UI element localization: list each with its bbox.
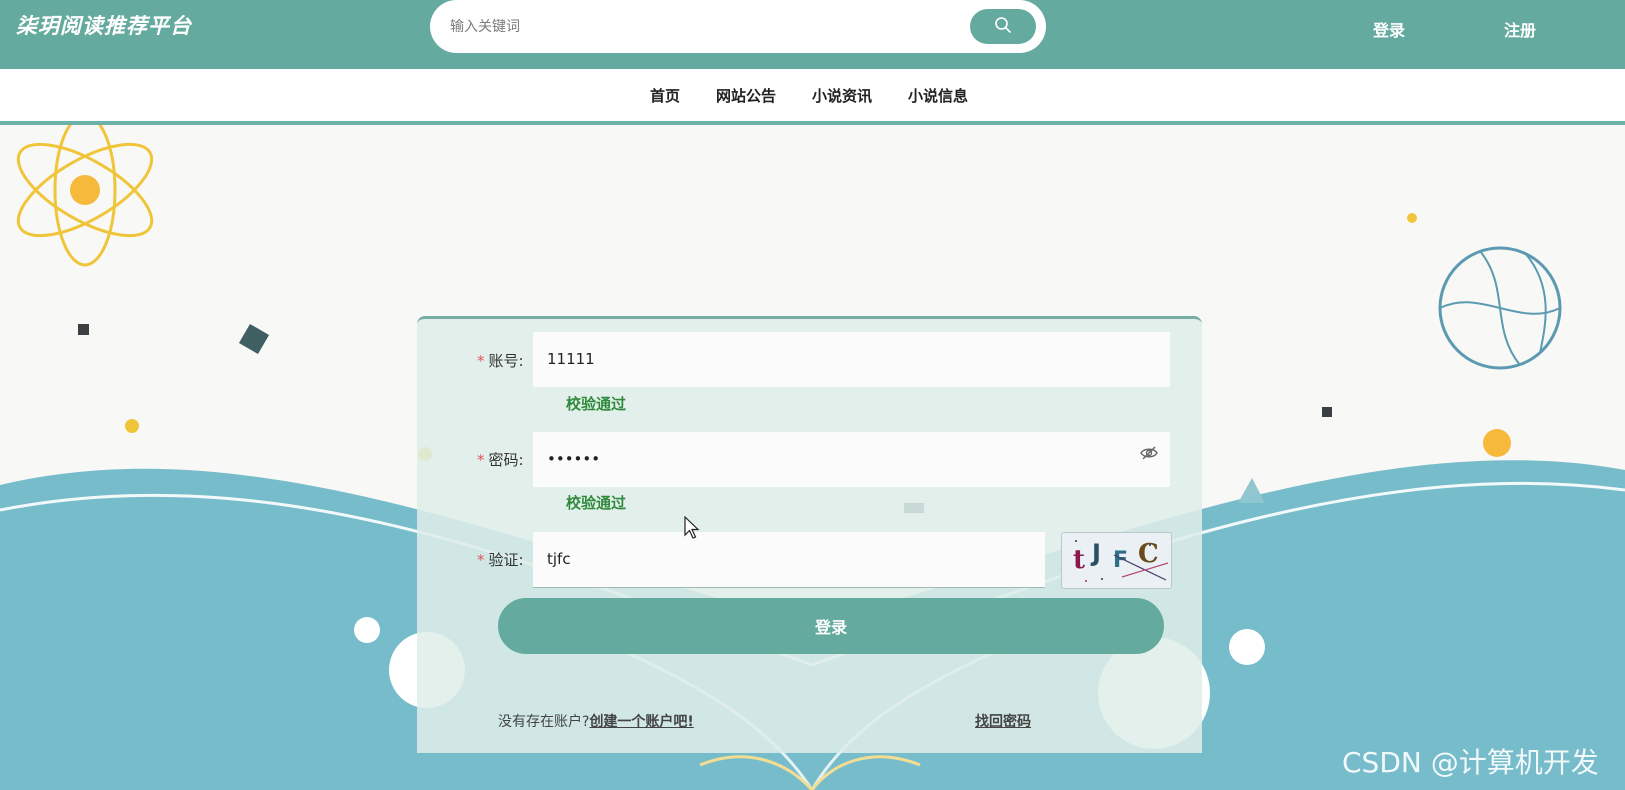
watermark: CSDN @计算机开发 [1342,746,1599,779]
main-nav: 首页 网站公告 小说资讯 小说信息 [0,69,1625,125]
nav-item-home[interactable]: 首页 [650,85,680,106]
top-header: 柒玥阅读推荐平台 登录 注册 [0,0,1625,69]
register-prompt: 没有存在账户?创建一个账户吧! [498,711,694,731]
no-account-text: 没有存在账户? [498,714,590,730]
account-value: 11111 [547,350,595,368]
eye-off-icon[interactable] [1140,445,1158,464]
password-input[interactable]: •••••• [533,432,1170,487]
create-account-link[interactable]: 创建一个账户吧! [589,714,693,730]
account-label: * 账号: [477,352,524,370]
header-register-link[interactable]: 注册 [1504,17,1536,41]
nav-item-news[interactable]: 小说资讯 [812,85,872,106]
captcha-input[interactable]: tjfc [533,532,1045,588]
required-mark: * [477,451,485,469]
account-validation-message: 校验通过 [566,395,627,413]
search-bar [430,0,1046,53]
site-title: 柒玥阅读推荐平台 [16,14,192,38]
password-value: •••••• [547,450,601,468]
ball-icon [1438,246,1562,370]
svg-text:J: J [1090,539,1101,567]
login-form: * 账号: 11111 校验通过 * 密码: •••••• 校验通过 * 验证: tj… [417,316,1202,753]
svg-text:C: C [1138,539,1159,569]
mouse-cursor-icon [684,515,700,544]
required-mark: * [477,551,485,569]
account-input[interactable]: 11111 [533,332,1170,387]
required-mark: * [477,352,485,370]
search-button[interactable] [970,9,1036,44]
captcha-value: tjfc [547,550,571,568]
search-icon [994,16,1012,38]
nav-item-announcements[interactable]: 网站公告 [716,85,776,106]
captcha-label: * 验证: [477,551,524,569]
captcha-image[interactable]: t J F C [1061,532,1172,589]
svg-text:t: t [1073,545,1085,575]
password-validation-message: 校验通过 [566,494,627,512]
search-input[interactable] [448,12,972,42]
atom-icon [16,125,154,267]
header-login-link[interactable]: 登录 [1373,17,1405,41]
find-password-link[interactable]: 找回密码 [975,711,1031,731]
login-button[interactable]: 登录 [498,598,1164,654]
nav-item-novels[interactable]: 小说信息 [908,85,968,106]
password-label: * 密码: [477,451,524,469]
